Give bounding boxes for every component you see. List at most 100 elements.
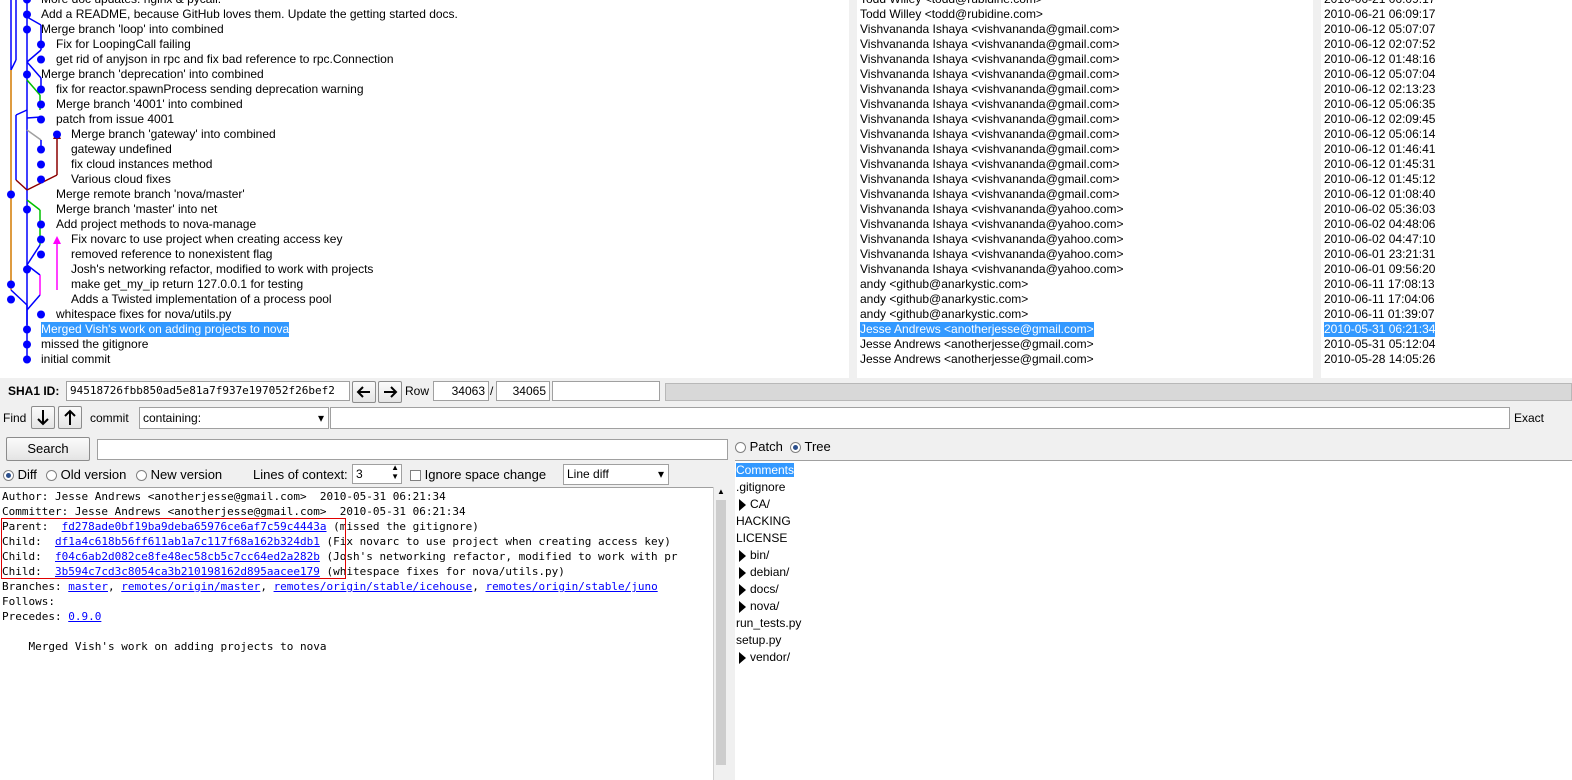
commit-row[interactable]: missed the gitignore bbox=[41, 337, 148, 352]
commit-node[interactable] bbox=[23, 265, 31, 274]
old-version-radio[interactable]: Old version bbox=[46, 467, 126, 482]
date-cell[interactable]: 2010-06-12 01:08:40 bbox=[1324, 187, 1435, 202]
patch-radio[interactable]: Patch bbox=[735, 439, 783, 454]
author-cell[interactable]: Jesse Andrews <anotherjesse@gmail.com> bbox=[860, 352, 1094, 367]
commit-node[interactable] bbox=[7, 295, 15, 304]
date-cell[interactable]: 2010-06-02 04:48:06 bbox=[1324, 217, 1435, 232]
tree-file[interactable]: run_tests.py bbox=[736, 615, 801, 632]
tree-file[interactable]: Comments bbox=[736, 462, 795, 479]
date-cell[interactable]: 2010-06-12 02:07:52 bbox=[1324, 37, 1435, 52]
commit-row[interactable]: make get_my_ip return 127.0.0.1 for test… bbox=[71, 277, 303, 292]
author-cell[interactable]: Vishvananda Ishaya <vishvananda@yahoo.co… bbox=[860, 262, 1123, 277]
details-scrollbar[interactable]: ▲ bbox=[713, 487, 728, 780]
commit-row[interactable]: fix cloud instances method bbox=[71, 157, 212, 172]
author-cell[interactable]: Vishvananda Ishaya <vishvananda@gmail.co… bbox=[860, 37, 1119, 52]
date-cell[interactable]: 2010-06-12 01:46:41 bbox=[1324, 142, 1435, 157]
diff-mode-select[interactable]: Line diff ▾ bbox=[563, 464, 669, 485]
find-input[interactable] bbox=[330, 407, 1510, 429]
commit-row[interactable]: gateway undefined bbox=[71, 142, 172, 157]
author-cell[interactable]: Vishvananda Ishaya <vishvananda@gmail.co… bbox=[860, 172, 1119, 187]
date-cell[interactable]: 2010-06-21 06:09:17 bbox=[1324, 7, 1435, 22]
date-cell[interactable]: 2010-06-11 01:39:07 bbox=[1324, 307, 1435, 322]
date-cell[interactable]: 2010-05-28 14:05:26 bbox=[1324, 352, 1435, 367]
date-cell[interactable]: 2010-06-12 05:06:14 bbox=[1324, 127, 1435, 142]
expand-triangle-icon[interactable] bbox=[739, 549, 746, 562]
date-cell[interactable]: 2010-06-01 23:21:31 bbox=[1324, 247, 1435, 262]
tree-file[interactable]: .gitignore bbox=[736, 479, 785, 496]
date-cell[interactable]: 2010-06-11 17:04:06 bbox=[1324, 292, 1435, 307]
tree-radio[interactable]: Tree bbox=[790, 439, 831, 454]
date-cell[interactable]: 2010-06-12 02:09:45 bbox=[1324, 112, 1435, 127]
commit-node[interactable] bbox=[37, 100, 45, 109]
commit-node[interactable] bbox=[37, 160, 45, 169]
commit-row[interactable]: Adds a Twisted implementation of a proce… bbox=[71, 292, 332, 307]
commit-node[interactable] bbox=[37, 220, 45, 229]
tree-folder[interactable]: bin/ bbox=[739, 547, 769, 564]
commit-node[interactable] bbox=[37, 175, 45, 184]
child-link[interactable]: 3b594c7cd3c8054ca3b210198162d895aacee179 bbox=[55, 565, 320, 578]
author-cell[interactable]: Vishvananda Ishaya <vishvananda@gmail.co… bbox=[860, 97, 1119, 112]
date-cell[interactable]: 2010-06-11 17:08:13 bbox=[1324, 277, 1435, 292]
date-list-pane[interactable]: 2010-06-21 06:09:172010-06-21 06:09:1720… bbox=[1321, 0, 1572, 378]
expand-triangle-icon[interactable] bbox=[739, 498, 746, 511]
date-cell[interactable]: 2010-06-02 05:36:03 bbox=[1324, 202, 1435, 217]
branch-link[interactable]: remotes/origin/stable/juno bbox=[486, 580, 658, 593]
commit-node[interactable] bbox=[7, 280, 15, 289]
tree-folder[interactable]: CA/ bbox=[739, 496, 770, 513]
author-cell[interactable]: Vishvananda Ishaya <vishvananda@gmail.co… bbox=[860, 142, 1119, 157]
tree-file[interactable]: LICENSE bbox=[736, 530, 787, 547]
commit-row[interactable]: initial commit bbox=[41, 352, 110, 367]
commit-row[interactable]: Fix for LoopingCall failing bbox=[56, 37, 191, 52]
commit-row[interactable]: Merge branch 'master' into net bbox=[56, 202, 217, 217]
commit-row[interactable]: Merge branch '4001' into combined bbox=[56, 97, 243, 112]
author-cell[interactable]: andy <github@anarkystic.com> bbox=[860, 307, 1028, 322]
forward-button[interactable] bbox=[378, 381, 402, 403]
tree-file[interactable]: HACKING bbox=[736, 513, 791, 530]
commit-details[interactable]: Author: Jesse Andrews <anotherjesse@gmai… bbox=[0, 487, 713, 780]
commit-row[interactable]: Merged Vish's work on adding projects to… bbox=[41, 322, 290, 337]
find-exact-select[interactable]: Exact bbox=[1514, 411, 1544, 425]
file-tree[interactable]: Comments .gitignore CA/HACKING LICENSE bin/d… bbox=[735, 460, 1572, 780]
commit-node[interactable] bbox=[23, 355, 31, 364]
commit-node[interactable] bbox=[37, 85, 45, 94]
commit-node[interactable] bbox=[37, 40, 45, 49]
commit-row[interactable]: Various cloud fixes bbox=[71, 172, 171, 187]
commit-node[interactable] bbox=[37, 145, 45, 154]
author-cell[interactable]: Vishvananda Ishaya <vishvananda@gmail.co… bbox=[860, 22, 1119, 37]
branch-link[interactable]: master bbox=[68, 580, 108, 593]
date-cell[interactable]: 2010-05-31 06:21:34 bbox=[1324, 322, 1436, 337]
expand-triangle-icon[interactable] bbox=[739, 600, 746, 613]
precedes-link[interactable]: 0.9.0 bbox=[68, 610, 101, 623]
author-cell[interactable]: andy <github@anarkystic.com> bbox=[860, 277, 1028, 292]
author-cell[interactable]: Vishvananda Ishaya <vishvananda@gmail.co… bbox=[860, 187, 1119, 202]
date-cell[interactable]: 2010-06-12 01:45:31 bbox=[1324, 157, 1435, 172]
commit-node[interactable] bbox=[23, 325, 31, 334]
commit-node[interactable] bbox=[23, 10, 31, 19]
new-version-radio[interactable]: New version bbox=[136, 467, 222, 482]
author-cell[interactable]: Todd Willey <todd@rubidine.com> bbox=[860, 0, 1043, 7]
back-button[interactable] bbox=[352, 381, 376, 403]
commit-node[interactable] bbox=[37, 235, 45, 244]
find-mode-select[interactable]: containing: ▾ bbox=[139, 407, 329, 429]
commit-row[interactable]: Merge remote branch 'nova/master' bbox=[56, 187, 245, 202]
commit-node[interactable] bbox=[23, 340, 31, 349]
author-cell[interactable]: Vishvananda Ishaya <vishvananda@gmail.co… bbox=[860, 127, 1119, 142]
commit-row[interactable]: Merge branch 'deprecation' into combined bbox=[41, 67, 264, 82]
commit-node[interactable] bbox=[37, 55, 45, 64]
author-cell[interactable]: Vishvananda Ishaya <vishvananda@yahoo.co… bbox=[860, 232, 1123, 247]
child-link[interactable]: f04c6ab2d082ce8fe48ec58cb5c7cc64ed2a282b bbox=[55, 550, 320, 563]
author-cell[interactable]: Vishvananda Ishaya <vishvananda@gmail.co… bbox=[860, 67, 1119, 82]
tree-folder[interactable]: docs/ bbox=[739, 581, 779, 598]
author-cell[interactable]: Jesse Andrews <anotherjesse@gmail.com> bbox=[860, 322, 1094, 337]
expand-triangle-icon[interactable] bbox=[739, 566, 746, 579]
sha-input[interactable]: 94518726fbb850ad5e81a7f937e197052f26bef2 bbox=[66, 381, 350, 401]
ignore-space-checkbox[interactable]: Ignore space change bbox=[410, 467, 546, 482]
find-next-button[interactable] bbox=[31, 406, 55, 429]
commit-node[interactable] bbox=[37, 115, 45, 124]
scroll-thumb[interactable] bbox=[716, 500, 726, 765]
author-list-pane[interactable]: Todd Willey <todd@rubidine.com>Todd Will… bbox=[857, 0, 1313, 378]
commit-row[interactable]: Add a README, because GitHub loves them.… bbox=[41, 7, 458, 22]
commit-row[interactable]: Merge branch 'gateway' into combined bbox=[71, 127, 276, 142]
tree-file[interactable]: setup.py bbox=[736, 632, 781, 649]
expand-triangle-icon[interactable] bbox=[739, 651, 746, 664]
